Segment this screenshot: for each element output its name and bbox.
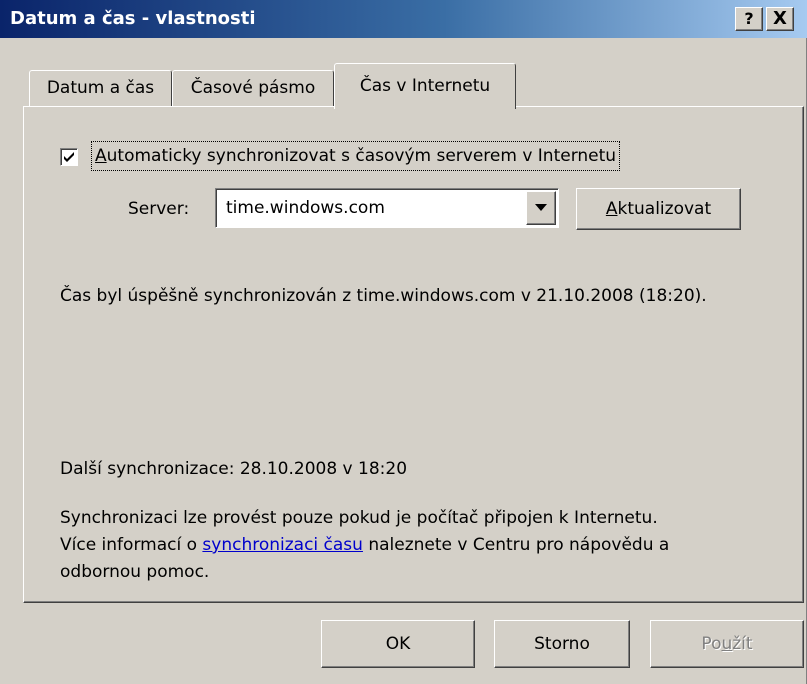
info-line-2-start: Více informací o — [60, 535, 203, 555]
next-sync-text: Další synchronizace: 28.10.2008 v 18:20 — [60, 459, 408, 479]
auto-sync-label-text: utomaticky synchronizovat s časovým serv… — [106, 146, 617, 166]
info-line-2-end: naleznete v Centru pro nápovědu a — [362, 535, 670, 555]
close-button[interactable]: X — [766, 7, 794, 31]
tab-internet-time[interactable]: Čas v Internetu — [334, 63, 516, 109]
checkmark-icon — [64, 152, 74, 162]
apply-label-start: Po — [701, 634, 722, 654]
info-line-2: Více informací o synchronizaci času nale… — [60, 532, 780, 559]
dialog-window: Datum a čas - vlastnosti ? X Datum a čas… — [0, 0, 807, 684]
auto-sync-label[interactable]: Automaticky synchronizovat s časovým ser… — [90, 141, 621, 171]
chevron-down-icon — [535, 204, 547, 211]
auto-sync-accel: A — [95, 146, 107, 166]
cancel-button[interactable]: Storno — [494, 620, 630, 668]
info-line-3: odbornou pomoc. — [60, 562, 210, 582]
update-label: ktualizovat — [617, 199, 712, 219]
ok-button[interactable]: OK — [321, 620, 475, 668]
tab-time-zone[interactable]: Časové pásmo — [172, 70, 334, 106]
title-bar[interactable]: Datum a čas - vlastnosti ? X — [0, 0, 807, 38]
server-dropdown-button[interactable] — [526, 191, 556, 225]
info-line-1: Synchronizaci lze provést pouze pokud je… — [60, 508, 658, 528]
apply-label-end: žít — [732, 634, 753, 654]
tab-date-time[interactable]: Datum a čas — [29, 70, 172, 106]
window-title: Datum a čas - vlastnosti — [10, 8, 256, 29]
update-accel: A — [605, 199, 618, 219]
server-label: Server: — [128, 199, 190, 219]
close-icon: X — [773, 8, 787, 29]
info-text: Synchronizaci lze provést pouze pokud je… — [60, 505, 780, 586]
server-combobox[interactable]: time.windows.com — [215, 188, 559, 228]
update-button[interactable]: Aktualizovat — [576, 188, 741, 230]
auto-sync-checkbox[interactable] — [60, 148, 78, 166]
server-value: time.windows.com — [226, 198, 385, 218]
apply-button[interactable]: Použít — [650, 620, 804, 668]
time-sync-help-link[interactable]: synchronizaci času — [202, 535, 363, 555]
help-button[interactable]: ? — [735, 7, 763, 31]
apply-accel: u — [721, 634, 733, 654]
sync-status-text: Čas byl úspěšně synchronizován z time.wi… — [60, 286, 707, 306]
